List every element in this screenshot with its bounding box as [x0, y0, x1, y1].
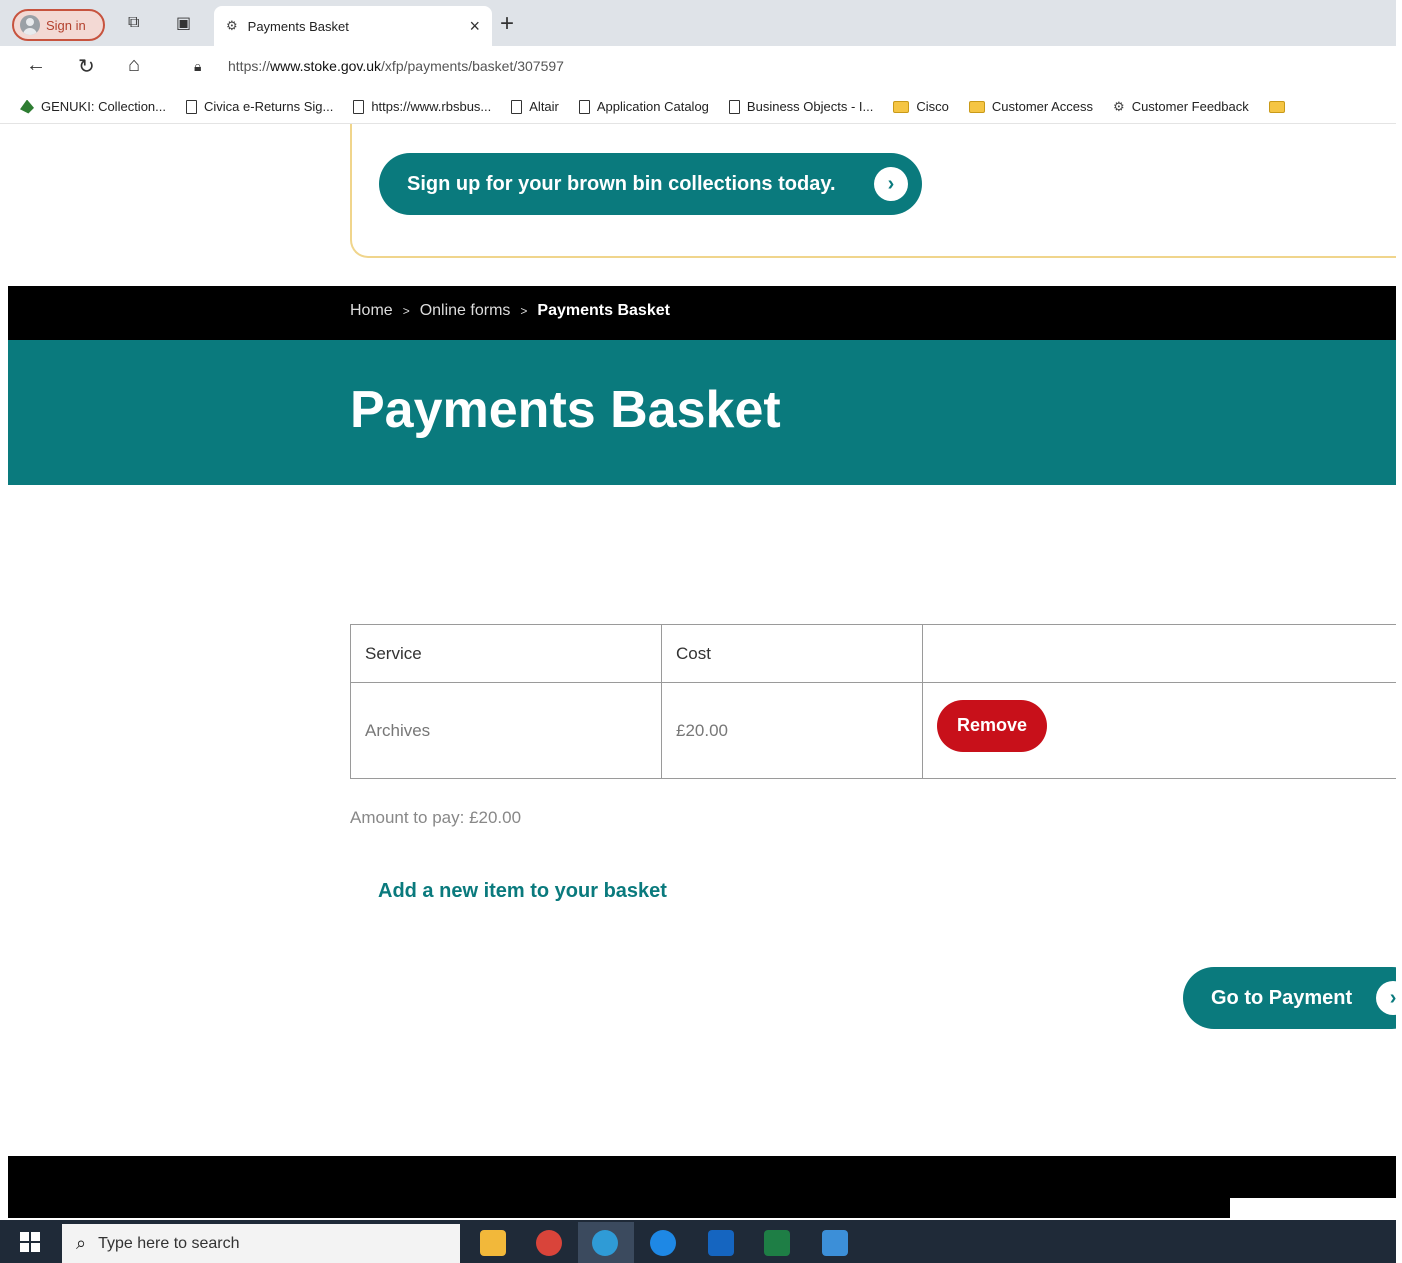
windows-start-icon[interactable]	[20, 1232, 40, 1252]
favorite-label: Customer Access	[991, 99, 1094, 114]
cell-cost: £20.00	[661, 682, 923, 779]
folder-icon	[1268, 100, 1285, 113]
favorite-altair[interactable]: Altair	[511, 99, 559, 114]
favorite-customer-access[interactable]: Customer Access	[968, 99, 1094, 114]
breadcrumb-online-forms[interactable]: Online forms	[420, 302, 511, 320]
skype-icon[interactable]	[650, 1230, 676, 1256]
new-tab-icon[interactable]: +	[500, 10, 514, 38]
address-bar-row	[0, 46, 1396, 90]
go-to-payment-label: Go to Payment	[1211, 986, 1353, 1009]
brown-bin-signup-button[interactable]: Sign up for your brown bin collections t…	[379, 153, 922, 215]
file-explorer-icon[interactable]	[480, 1230, 506, 1256]
url-domain: www.stoke.gov.uk	[270, 58, 382, 74]
footer-panel	[1230, 1198, 1396, 1218]
url-prefix: https://	[228, 58, 271, 74]
page-icon	[578, 99, 590, 114]
gear-icon: ⚙	[1113, 98, 1125, 114]
breadcrumb-band	[8, 286, 1396, 340]
excel-icon[interactable]	[764, 1230, 790, 1256]
favorite-cisco[interactable]: Cisco	[893, 99, 949, 114]
refresh-icon[interactable]: ↻	[78, 54, 95, 79]
breadcrumb: Home > Online forms > Payments Basket	[350, 302, 670, 320]
folder-icon	[968, 100, 985, 113]
basket-table: Service Cost Archives £20.00 Remove	[350, 624, 1402, 779]
favorite-folder-more[interactable]	[1268, 100, 1285, 113]
header-service: Service	[350, 624, 662, 683]
favorite-customer-feedback[interactable]: ⚙ Customer Feedback	[1113, 99, 1249, 115]
edge-icon[interactable]	[592, 1230, 618, 1256]
table-row: Archives £20.00 Remove	[350, 682, 1402, 779]
header-action	[922, 624, 1402, 683]
cell-service: Archives	[350, 682, 662, 779]
breadcrumb-separator-icon: >	[402, 304, 410, 318]
go-to-payment-button[interactable]: Go to Payment ›	[1183, 967, 1402, 1029]
favorite-label: Altair	[529, 99, 559, 114]
favorite-label: Application Catalog	[596, 99, 709, 114]
header-cost: Cost	[661, 624, 923, 683]
page-icon	[186, 99, 197, 114]
favorite-label: Civica e-Returns Sig...	[204, 99, 334, 114]
signin-label: Sign in	[46, 17, 86, 33]
taskbar-search-placeholder: Type here to search	[98, 1234, 240, 1252]
taskbar-search[interactable]: ⌕ Type here to search	[62, 1224, 460, 1263]
chevron-right-icon: ›	[874, 167, 908, 201]
page-footer	[8, 1156, 1396, 1218]
page-icon	[728, 99, 740, 114]
favorite-rbsbus[interactable]: https://www.rbsbus...	[353, 99, 491, 114]
url-field[interactable]: https://www.stoke.gov.uk/xfp/payments/ba…	[228, 58, 564, 74]
tab-title: Payments Basket	[247, 18, 349, 34]
page-icon	[511, 99, 523, 114]
signin-button[interactable]: Sign in	[12, 9, 105, 41]
workspaces-icon[interactable]: ⧉	[128, 14, 139, 32]
favorite-genuki[interactable]: GENUKI: Collection...	[20, 99, 166, 114]
breadcrumb-current: Payments Basket	[537, 302, 670, 319]
favorite-label: https://www.rbsbus...	[371, 99, 492, 114]
tab-payments-basket[interactable]: ⚙ Payments Basket ×	[214, 6, 492, 46]
breadcrumb-home[interactable]: Home	[350, 302, 393, 320]
favorite-label: GENUKI: Collection...	[41, 99, 166, 114]
breadcrumb-separator-icon: >	[520, 304, 528, 318]
outlook-icon[interactable]	[708, 1230, 734, 1256]
window-edge	[1396, 0, 1402, 1263]
favorite-application-catalog[interactable]: Application Catalog	[578, 99, 709, 114]
page-title: Payments Basket	[350, 381, 781, 439]
back-arrow-icon[interactable]: ←	[26, 54, 46, 77]
close-tab-icon[interactable]: ×	[469, 16, 480, 37]
search-icon: ⌕	[76, 1233, 87, 1253]
app-icon[interactable]	[822, 1230, 848, 1256]
add-item-link[interactable]: Add a new item to your basket	[378, 880, 667, 903]
page-icon	[353, 99, 365, 114]
brown-bin-signup-label: Sign up for your brown bin collections t…	[407, 172, 836, 195]
chrome-icon[interactable]	[536, 1230, 562, 1256]
remove-button[interactable]: Remove	[937, 699, 1047, 752]
favorite-civica[interactable]: Civica e-Returns Sig...	[186, 99, 333, 114]
favorite-label: Customer Feedback	[1131, 99, 1249, 114]
avatar-icon	[20, 15, 40, 35]
lock-icon[interactable]: 🔒︎	[194, 58, 201, 75]
folder-icon	[893, 100, 910, 113]
favorite-label: Business Objects - I...	[746, 99, 874, 114]
home-icon[interactable]: ⌂	[128, 54, 140, 77]
browser-tabstrip	[0, 0, 1396, 46]
leaf-icon	[20, 99, 34, 114]
favorite-business-objects[interactable]: Business Objects - I...	[728, 99, 874, 114]
amount-to-pay: Amount to pay: £20.00	[350, 808, 522, 827]
favorite-label: Cisco	[916, 99, 949, 114]
tab-actions-icon[interactable]: ▣	[176, 13, 191, 33]
url-path: /xfp/payments/basket/307597	[381, 58, 564, 74]
favorites-bar: GENUKI: Collection... Civica e-Returns S…	[0, 90, 1396, 124]
table-header-row: Service Cost	[350, 624, 1402, 683]
cell-action: Remove	[922, 682, 1402, 779]
site-favicon-icon: ⚙	[226, 18, 238, 33]
